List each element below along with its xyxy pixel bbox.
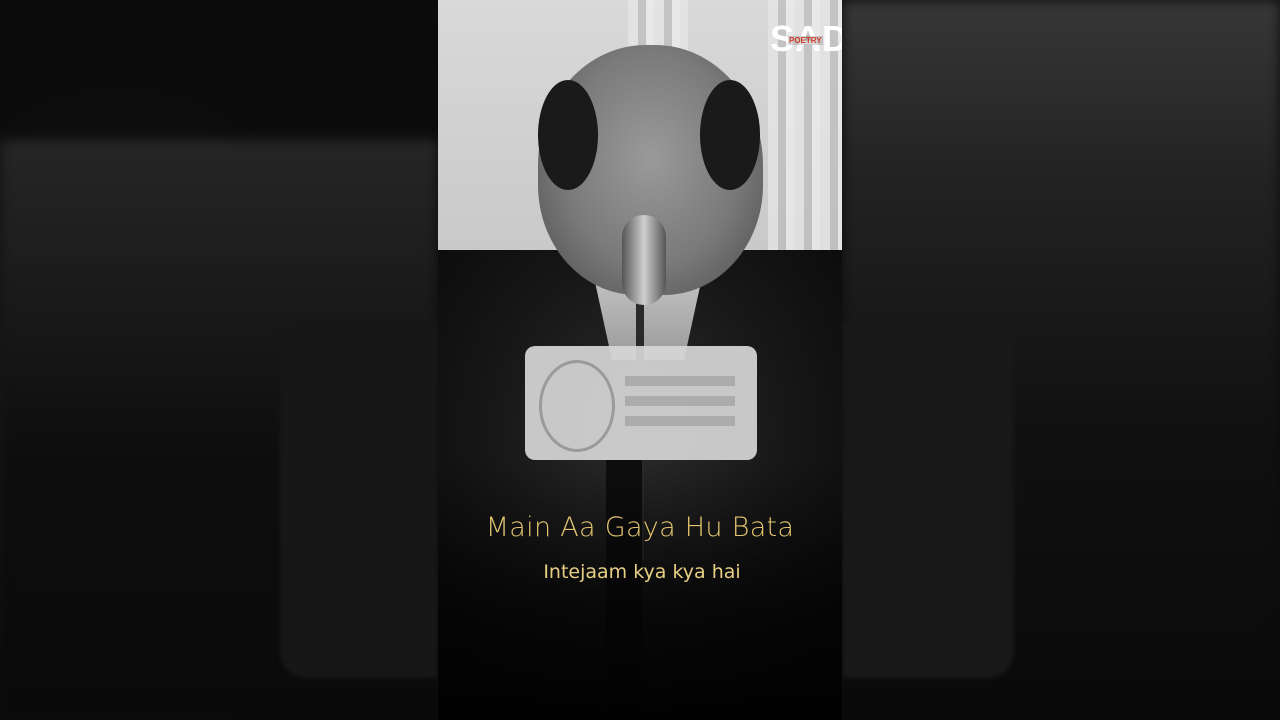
speaker-hair-left xyxy=(538,80,598,190)
podium-sign xyxy=(525,346,757,460)
caption-line-1: Main Aa Gaya Hu Bata xyxy=(485,512,795,543)
caption-line-2: Intejaam kya kya hai xyxy=(543,561,741,583)
logo-subtext: POETRY xyxy=(788,36,823,45)
speaker-hair-right xyxy=(700,80,760,190)
channel-logo: SAD POETRY xyxy=(770,18,842,60)
video-frame[interactable]: SAD POETRY xyxy=(438,0,842,720)
microphone-icon xyxy=(622,215,666,305)
emblem-icon xyxy=(539,360,615,452)
sign-text-lines xyxy=(625,376,735,426)
bottom-gradient xyxy=(438,460,842,720)
